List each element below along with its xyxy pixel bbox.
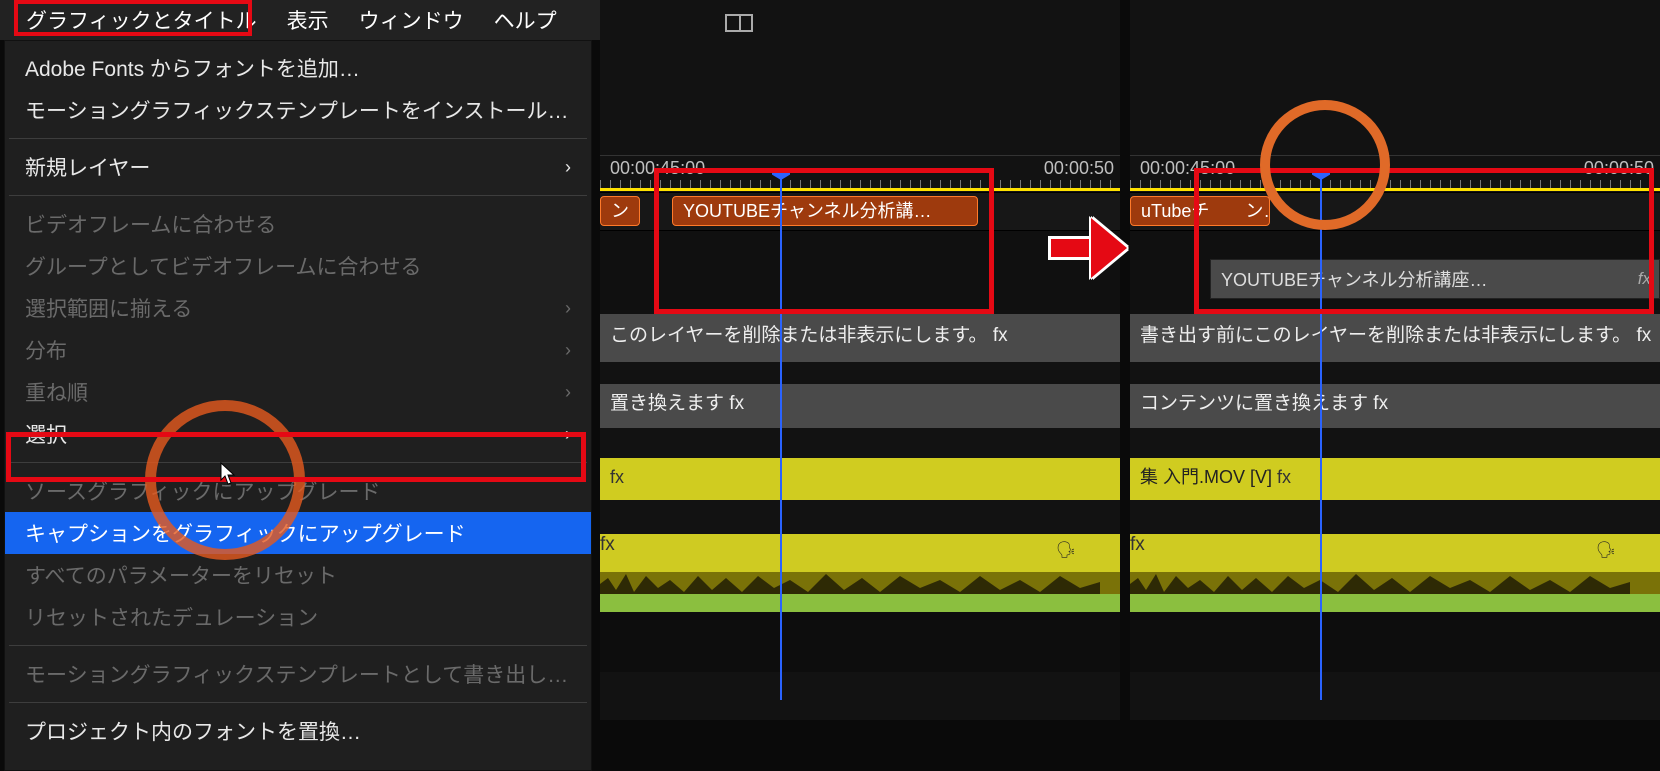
video-track-clip[interactable]: 集 入門.MOV [V] fx — [1130, 458, 1660, 500]
menu-distribute: 分布 › — [5, 329, 591, 371]
menubar-item-help[interactable]: ヘルプ — [494, 5, 557, 35]
video-track[interactable]: YOUTUBEチャンネル分析講座… fx — [1130, 230, 1660, 310]
timeline-empty-area — [1130, 612, 1660, 672]
fx-badge: fx — [729, 393, 744, 414]
clip-label: 集 入門.MOV [V] — [1140, 467, 1272, 487]
track-gap — [1130, 500, 1660, 534]
graphics-track-clip[interactable]: 置き換えます fx — [600, 384, 1120, 428]
timecode-label: 00:00:45:00 — [610, 158, 705, 179]
graphics-track-clip[interactable]: このレイヤーを削除または非表示にします。 fx — [600, 314, 1120, 362]
waveform-icon — [600, 570, 1100, 594]
menu-separator — [9, 138, 587, 139]
graphics-track-clip[interactable]: 書き出す前にこのレイヤーを削除または非表示にします。 fx — [1130, 314, 1660, 362]
video-track-empty[interactable] — [600, 230, 1120, 310]
track-gap — [600, 500, 1120, 534]
chevron-right-icon: › — [565, 340, 571, 361]
clip-label: 書き出す前にこのレイヤーを削除または非表示にします。 — [1140, 325, 1631, 346]
work-area-bar[interactable] — [600, 188, 1120, 191]
caption-track[interactable]: ン YOUTUBEチャンネル分析講… — [600, 192, 1120, 230]
menubar-item-window[interactable]: ウィンドウ — [359, 5, 464, 35]
menu-upgrade-source-graphic: ソースグラフィックにアップグレード — [5, 470, 591, 512]
menu-separator — [9, 645, 587, 646]
menu-label: 選択範囲に揃える — [25, 293, 192, 323]
fx-badge: fx — [1277, 467, 1291, 487]
playhead[interactable] — [780, 170, 782, 700]
caption-clip-prev[interactable]: ン — [600, 196, 640, 226]
chevron-right-icon: › — [565, 424, 571, 445]
voice-icon: 🗣 — [1596, 540, 1616, 560]
caption-clip[interactable]: YOUTUBEチャンネル分析講… — [672, 196, 978, 226]
menu-select[interactable]: 選択 › — [5, 413, 591, 455]
graphics-menu-dropdown: Adobe Fonts からフォントを追加… モーショングラフィックステンプレー… — [4, 40, 592, 771]
clip-label: コンテンツに置き換えます — [1140, 393, 1368, 414]
menu-new-layer[interactable]: 新規レイヤー › — [5, 146, 591, 188]
audio-track-clip-2[interactable] — [600, 594, 1120, 612]
menu-export-as-mogrt: モーショングラフィックステンプレートとして書き出し… — [5, 653, 591, 695]
menubar-item-view[interactable]: 表示 — [287, 5, 329, 35]
track-gap — [1130, 362, 1660, 384]
timecode-label: 00:00:50 — [1584, 158, 1654, 179]
menu-install-mogrt[interactable]: モーショングラフィックステンプレートをインストール… — [5, 89, 591, 131]
menu-arrange: 重ね順 › — [5, 371, 591, 413]
work-area-bar[interactable] — [1130, 188, 1660, 191]
menu-align-selection: 選択範囲に揃える › — [5, 287, 591, 329]
ruler-ticks — [1130, 180, 1660, 188]
menu-separator — [9, 195, 587, 196]
timeline-panel-before: 00:00:45:00 00:00:50 ン YOUTUBEチャンネル分析講… … — [600, 0, 1120, 720]
clip-label: このレイヤーを削除または非表示にします。 — [610, 325, 988, 346]
menu-reset-all-params: すべてのパラメーターをリセット — [5, 554, 591, 596]
timecode-label: 00:00:45:00 — [1140, 158, 1235, 179]
upgraded-graphic-clip[interactable]: YOUTUBEチャンネル分析講座… fx — [1210, 259, 1660, 299]
timeline-empty-area — [600, 612, 1120, 672]
caption-clip-trunc[interactable]: uTubeチ ン… — [1130, 196, 1270, 226]
time-ruler[interactable]: 00:00:45:00 00:00:50 — [600, 155, 1120, 189]
timecode-label: 00:00:50 — [1044, 158, 1114, 179]
menu-label: 選択 — [25, 419, 67, 449]
audio-track-clip-2[interactable] — [1130, 594, 1660, 612]
menu-label: 重ね順 — [25, 377, 88, 407]
fx-badge: fx — [1130, 534, 1145, 555]
track-gap — [600, 362, 1120, 384]
caption-track[interactable]: uTubeチ ン… — [1130, 192, 1660, 230]
menu-replace-fonts-in-project[interactable]: プロジェクト内のフォントを置換… — [5, 710, 591, 752]
fx-badge: fx — [993, 325, 1008, 346]
chevron-right-icon: › — [565, 298, 571, 319]
fx-badge: fx — [600, 534, 615, 555]
menu-fit-video-frame: ビデオフレームに合わせる — [5, 203, 591, 245]
panel-layout-icon[interactable] — [725, 14, 753, 32]
menu-separator — [9, 462, 587, 463]
video-track-clip[interactable]: fx — [600, 458, 1120, 500]
menu-upgrade-caption-to-graphic[interactable]: キャプションをグラフィックにアップグレード — [5, 512, 591, 554]
menu-add-adobe-fonts[interactable]: Adobe Fonts からフォントを追加… — [5, 47, 591, 89]
fx-badge: fx — [1636, 325, 1651, 346]
audio-track-clip[interactable]: 🗣 fx — [1130, 534, 1660, 594]
menu-fit-group-video-frame: グループとしてビデオフレームに合わせる — [5, 245, 591, 287]
voice-icon: 🗣 — [1056, 540, 1076, 560]
audio-track-clip[interactable]: 🗣 fx — [600, 534, 1120, 594]
clip-label: YOUTUBEチャンネル分析講座… — [1221, 270, 1487, 290]
menubar: グラフィックとタイトル 表示 ウィンドウ ヘルプ — [0, 0, 600, 40]
chevron-right-icon: › — [565, 382, 571, 403]
menu-label: 新規レイヤー — [25, 152, 150, 182]
menu-separator — [9, 702, 587, 703]
time-ruler[interactable]: 00:00:45:00 00:00:50 — [1130, 155, 1660, 189]
waveform-icon — [1130, 570, 1630, 594]
clip-label: 置き換えます — [610, 393, 724, 414]
track-gap — [600, 428, 1120, 458]
menu-reset-duration: リセットされたデュレーション — [5, 596, 591, 638]
chevron-right-icon: › — [565, 157, 571, 178]
timeline-panel-after: 00:00:45:00 00:00:50 uTubeチ ン… YOUTUBEチャ… — [1130, 0, 1660, 720]
menubar-item-graphics[interactable]: グラフィックとタイトル — [26, 5, 257, 35]
fx-badge: fx — [1373, 393, 1388, 414]
track-gap — [1130, 428, 1660, 458]
menu-label: 分布 — [25, 335, 67, 365]
fx-badge: fx — [610, 467, 624, 487]
fx-badge: fx — [1638, 263, 1651, 295]
playhead[interactable] — [1320, 170, 1322, 700]
ruler-ticks — [600, 180, 1120, 188]
graphics-track-clip[interactable]: コンテンツに置き換えます fx — [1130, 384, 1660, 428]
